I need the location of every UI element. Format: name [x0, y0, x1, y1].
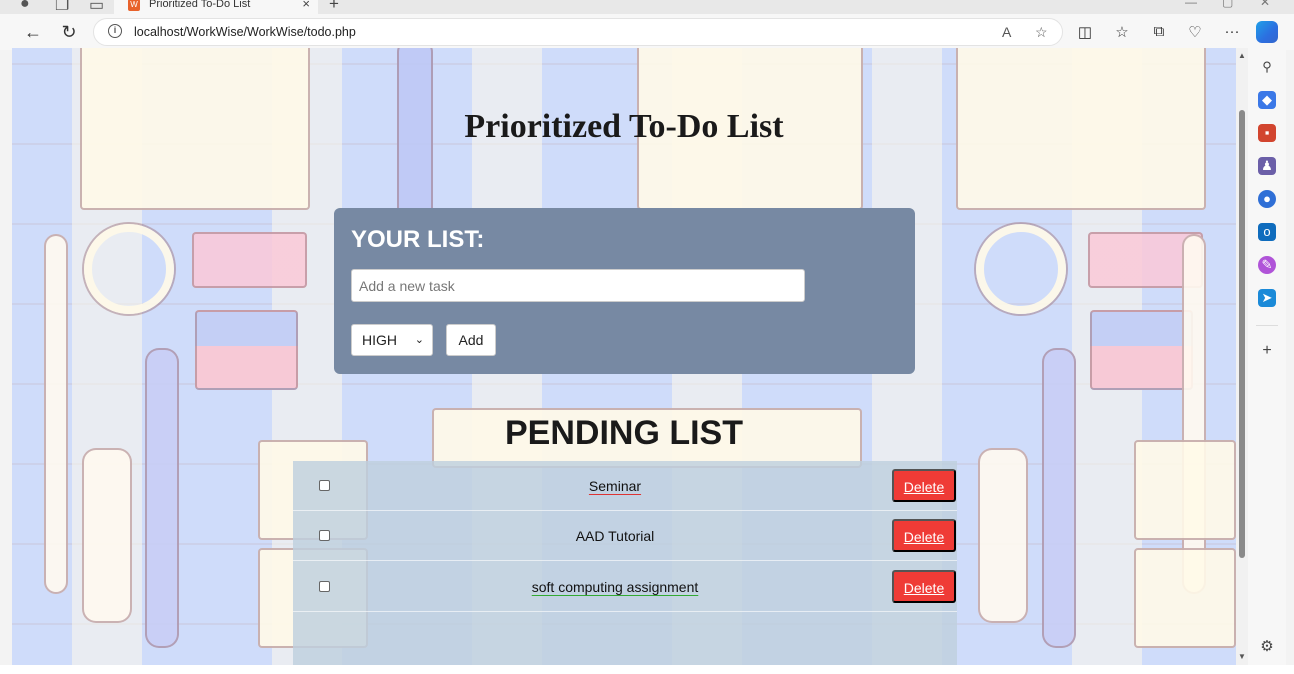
your-list-heading: YOUR LIST:	[351, 226, 485, 253]
scrollbar-thumb[interactable]	[1239, 110, 1245, 558]
more-icon[interactable]: ···	[1222, 23, 1242, 40]
favorite-star-icon[interactable]: ☆	[1035, 24, 1048, 41]
site-info-icon[interactable]: i	[108, 24, 122, 38]
collections-icon[interactable]: ⧉	[1149, 23, 1169, 40]
pending-list-panel: Seminar Delete AAD Tutorial Delete soft …	[293, 461, 957, 665]
scroll-up-icon[interactable]: ▲	[1238, 51, 1246, 60]
delete-task-button[interactable]: Delete	[892, 570, 956, 603]
page-viewport: Prioritized To-Do List YOUR LIST: HIGH ⌄…	[12, 48, 1236, 665]
new-task-input[interactable]	[351, 269, 805, 302]
browser-tab[interactable]: W Prioritized To-Do List ×	[114, 0, 318, 14]
designer-icon[interactable]: ✎	[1258, 256, 1276, 274]
task-label: Seminar	[588, 478, 642, 494]
outlook-icon[interactable]: o	[1258, 223, 1276, 241]
priority-selected-value: HIGH	[362, 332, 397, 348]
page-title: Prioritized To-Do List	[464, 108, 784, 145]
task-row: soft computing assignment Delete	[293, 562, 957, 612]
sticky-note-decoration	[1090, 310, 1193, 390]
games-icon[interactable]: ♟	[1258, 157, 1276, 175]
edge-sidebar: ⚲ ◆ ▪ ♟ ● o ✎ ➤ + ⚙	[1248, 48, 1286, 665]
task-label: soft computing assignment	[531, 579, 699, 595]
back-icon[interactable]: ←	[22, 21, 44, 43]
copilot-icon[interactable]	[1256, 21, 1278, 43]
delete-task-button[interactable]: Delete	[892, 469, 956, 502]
marker-decoration	[145, 348, 179, 648]
tab-close-icon[interactable]: ×	[302, 0, 310, 11]
favicon-icon: W	[128, 0, 140, 11]
marker-decoration	[1042, 348, 1076, 648]
new-tab-icon[interactable]: +	[329, 0, 339, 14]
glue-stick-decoration	[978, 448, 1028, 623]
shopping-tag-icon[interactable]: ◆	[1258, 91, 1276, 109]
priority-select[interactable]: HIGH ⌄	[351, 324, 433, 356]
chevron-down-icon: ⌄	[414, 334, 424, 346]
browser-tab-bar: ● ❐ ▭ W Prioritized To-Do List × + — ▢ ✕	[0, 0, 1294, 14]
reload-icon[interactable]: ↻	[58, 21, 80, 43]
gear-icon[interactable]: ⚙	[1258, 638, 1276, 656]
minimize-icon[interactable]: —	[1185, 0, 1197, 9]
read-aloud-icon[interactable]: A	[1002, 24, 1011, 40]
pending-list-heading: PENDING LIST	[504, 414, 744, 452]
browser-nav-bar: ← ↻ i localhost/WorkWise/WorkWise/todo.p…	[0, 14, 1294, 50]
scroll-down-icon[interactable]: ▼	[1238, 652, 1246, 661]
send-icon[interactable]: ➤	[1258, 289, 1276, 307]
memo-decoration	[1134, 548, 1236, 648]
maximize-icon[interactable]: ▢	[1222, 0, 1233, 9]
page-scrollbar[interactable]: ▲ ▼	[1236, 48, 1248, 665]
sidebar-divider	[1256, 325, 1278, 326]
your-list-card: YOUR LIST: HIGH ⌄ Add	[334, 208, 915, 374]
task-row: Seminar Delete	[293, 461, 957, 511]
microsoft-365-icon[interactable]: ●	[1258, 190, 1276, 208]
url-text[interactable]: localhost/WorkWise/WorkWise/todo.php	[134, 25, 356, 39]
window-close-icon[interactable]: ✕	[1260, 0, 1270, 9]
profile-icon[interactable]: ●	[20, 0, 30, 13]
glue-stick-decoration	[82, 448, 132, 623]
search-icon[interactable]: ⚲	[1258, 58, 1276, 76]
address-bar[interactable]: i localhost/WorkWise/WorkWise/todo.php A…	[93, 18, 1063, 46]
task-row: AAD Tutorial Delete	[293, 511, 957, 561]
task-label: AAD Tutorial	[575, 528, 655, 544]
workspaces-icon[interactable]: ❐	[55, 0, 69, 14]
browser-essentials-icon[interactable]: ♡	[1185, 23, 1205, 41]
sticky-note-decoration	[195, 310, 298, 390]
window-bottom-edge	[0, 665, 1294, 674]
tools-briefcase-icon[interactable]: ▪	[1258, 124, 1276, 142]
add-icon[interactable]: +	[1258, 342, 1276, 360]
add-task-button[interactable]: Add	[446, 324, 496, 356]
favorites-icon[interactable]: ☆	[1112, 23, 1132, 41]
memo-decoration	[1134, 440, 1236, 540]
split-screen-icon[interactable]: ◫	[1075, 23, 1095, 41]
tape-decoration	[84, 224, 174, 314]
eraser-decoration	[192, 232, 307, 288]
tab-actions-icon[interactable]: ▭	[89, 0, 104, 14]
delete-task-button[interactable]: Delete	[892, 519, 956, 552]
tape-decoration	[976, 224, 1066, 314]
tab-title: Prioritized To-Do List	[149, 0, 251, 10]
